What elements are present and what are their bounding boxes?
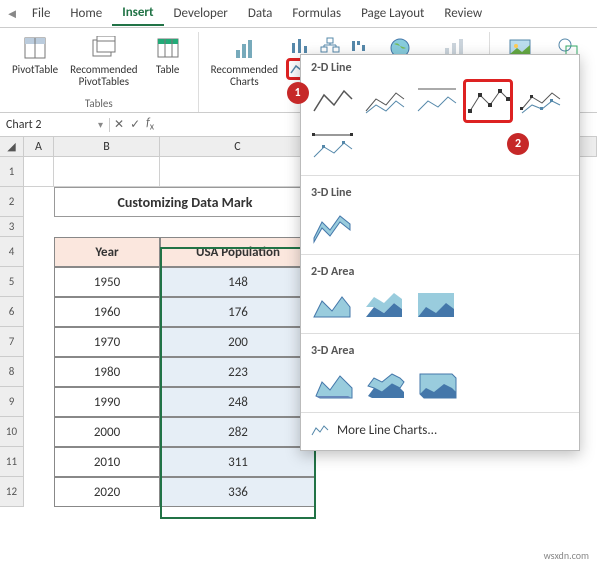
col-B[interactable]: B — [54, 137, 160, 157]
cell-pop[interactable]: 223 — [160, 357, 316, 387]
cell-year[interactable]: 1950 — [54, 267, 160, 297]
cell-pop[interactable]: 248 — [160, 387, 316, 417]
3d-stacked-area-option[interactable] — [359, 362, 409, 406]
pct-stacked-line-option[interactable] — [411, 79, 461, 123]
hdr-pop[interactable]: USA Population — [160, 237, 316, 267]
line-chart-gallery: 2-D Line 2 3-D Line 2-D Area 3-D Area Mo… — [300, 54, 580, 451]
tab-pagelayout[interactable]: Page Layout — [351, 2, 434, 25]
tab-data[interactable]: Data — [238, 2, 283, 25]
cell-year[interactable]: 1960 — [54, 297, 160, 327]
rec-charts-label: Recommended Charts — [211, 64, 278, 88]
cell-year[interactable]: 1980 — [54, 357, 160, 387]
cell-year[interactable]: 2020 — [54, 477, 160, 507]
pivottable-button[interactable]: PivotTable — [6, 32, 64, 78]
recommended-pivot-icon — [90, 34, 118, 62]
badge-2: 2 — [507, 133, 529, 155]
fx-icon[interactable]: fx — [146, 116, 154, 132]
recommended-pivottables-button[interactable]: Recommended PivotTables — [64, 32, 143, 90]
cell-year[interactable]: 1970 — [54, 327, 160, 357]
pct-stacked-area-option[interactable] — [411, 283, 461, 327]
3d-pct-stacked-area-option[interactable] — [411, 362, 461, 406]
pivottable-label: PivotTable — [12, 64, 58, 76]
cell-pop[interactable]: 311 — [160, 447, 316, 477]
col-C[interactable]: C — [160, 137, 316, 157]
waterfall-chart-icon[interactable] — [346, 34, 374, 56]
line-chart-option[interactable] — [307, 79, 357, 123]
tab-formulas[interactable]: Formulas — [282, 2, 351, 25]
tab-developer[interactable]: Developer — [164, 2, 238, 25]
tab-file[interactable]: File — [22, 2, 60, 25]
tab-review[interactable]: Review — [434, 2, 492, 25]
cancel-icon[interactable]: ✕ — [114, 117, 124, 132]
more-label: More Line Charts... — [337, 423, 437, 438]
tables-group-label: Tables — [85, 97, 113, 112]
cell-year[interactable]: 2000 — [54, 417, 160, 447]
pct-stacked-line-markers-option[interactable] — [307, 125, 357, 169]
cell-year[interactable]: 1990 — [54, 387, 160, 417]
stacked-area-option[interactable] — [359, 283, 409, 327]
cell-pop[interactable]: 282 — [160, 417, 316, 447]
table-icon — [154, 34, 182, 62]
enter-icon[interactable]: ✓ — [130, 117, 140, 132]
name-box[interactable]: Chart 2 ▾ — [0, 118, 110, 132]
col-A[interactable]: A — [24, 137, 54, 157]
table-label: Table — [156, 64, 180, 76]
cell-pop[interactable]: 148 — [160, 267, 316, 297]
more-charts-icon — [311, 424, 329, 438]
more-line-charts[interactable]: More Line Charts... — [301, 417, 579, 444]
3d-area-option[interactable] — [307, 362, 357, 406]
hierarchy-chart-icon[interactable] — [316, 34, 344, 56]
section-3d-area: 3-D Area — [301, 338, 579, 360]
name-box-value: Chart 2 — [6, 118, 41, 132]
ribbon-tabs: ◄ File Home Insert Developer Data Formul… — [0, 0, 597, 28]
group-tables: PivotTable Recommended PivotTables Table… — [0, 32, 199, 112]
cell-year[interactable]: 2010 — [54, 447, 160, 477]
section-2d-line: 2-D Line — [301, 55, 579, 77]
select-all[interactable]: ◢ — [0, 137, 24, 157]
table-button[interactable]: Table — [144, 32, 192, 78]
cell-pop[interactable]: 200 — [160, 327, 316, 357]
pivottable-icon — [21, 34, 49, 62]
stacked-line-markers-option[interactable] — [515, 79, 565, 123]
cell-pop[interactable]: 176 — [160, 297, 316, 327]
stacked-line-option[interactable] — [359, 79, 409, 123]
row-hdr[interactable]: 1 — [0, 157, 24, 187]
column-chart-icon[interactable] — [286, 34, 314, 56]
chevron-down-icon: ▾ — [98, 118, 103, 131]
tab-insert[interactable]: Insert — [112, 1, 163, 26]
tab-home[interactable]: Home — [60, 2, 112, 25]
rec-charts-icon — [230, 34, 258, 62]
watermark: wsxdn.com — [544, 549, 589, 562]
line-markers-option[interactable] — [463, 79, 513, 123]
section-3d-line: 3-D Line — [301, 180, 579, 202]
section-2d-area: 2-D Area — [301, 259, 579, 281]
hdr-year[interactable]: Year — [54, 237, 160, 267]
area-option[interactable] — [307, 283, 357, 327]
rec-pivot-label: Recommended PivotTables — [70, 64, 137, 88]
recommended-charts-button[interactable]: Recommended Charts — [205, 32, 284, 90]
back-arrow-icon[interactable]: ◄ — [2, 6, 22, 22]
badge-1: 1 — [287, 82, 309, 104]
3d-line-option[interactable] — [307, 204, 357, 248]
cell-pop[interactable]: 336 — [160, 477, 316, 507]
title-cell[interactable]: Customizing Data Mark — [54, 187, 316, 217]
